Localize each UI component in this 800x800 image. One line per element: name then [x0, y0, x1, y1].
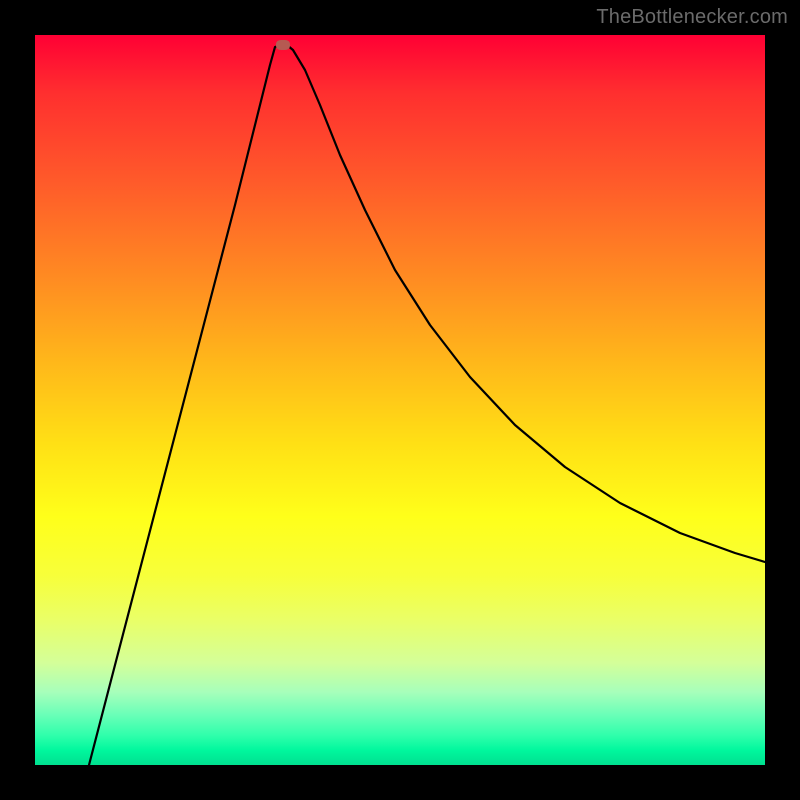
bottleneck-minimum-marker [276, 40, 290, 50]
gradient-plot-area [35, 35, 765, 765]
attribution-text: TheBottlenecker.com [596, 6, 788, 29]
chart-frame: TheBottlenecker.com [0, 0, 800, 800]
